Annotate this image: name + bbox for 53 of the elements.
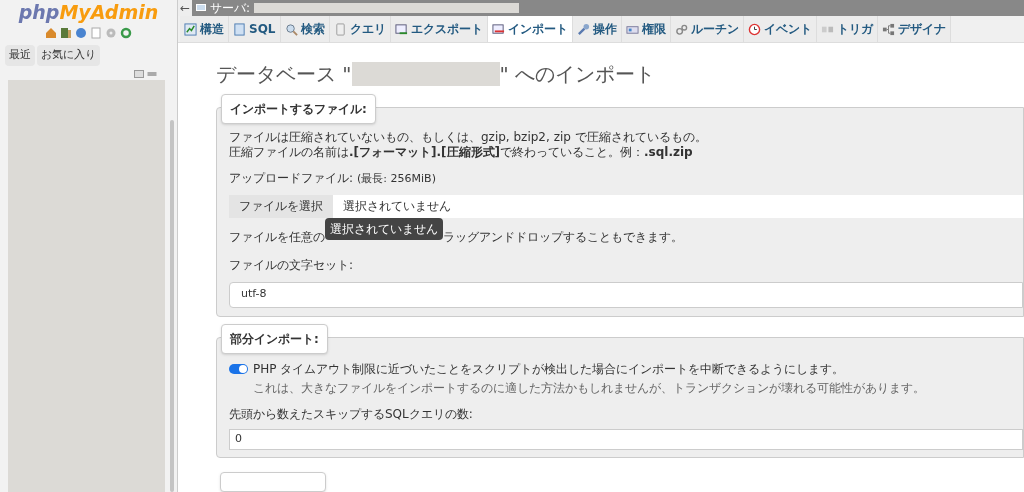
- diagram-icon: [881, 22, 895, 36]
- nav-tab[interactable]: 検索: [280, 16, 330, 42]
- monitor-icon: [196, 3, 207, 13]
- naming-text: 圧縮ファイルの名前は.[フォーマット].[圧縮形式]で終わっていること。例：.sql.zip: [229, 145, 694, 160]
- page-title: " へのインポート: [499, 61, 656, 88]
- clock-icon: [747, 22, 761, 36]
- nav-tab[interactable]: イベント: [743, 16, 817, 42]
- nav-tab[interactable]: 権限: [621, 16, 671, 42]
- nav-tab[interactable]: SQL: [229, 16, 281, 42]
- page-title: データベース ": [216, 61, 352, 88]
- help-icon[interactable]: [75, 27, 87, 39]
- upload-limit: (最長: 256MiB): [357, 171, 436, 187]
- document-icon[interactable]: [90, 27, 102, 39]
- settings-icon[interactable]: [105, 27, 117, 39]
- section-legend: インポートするファイル:: [221, 94, 376, 124]
- toggle-switch[interactable]: [229, 363, 248, 374]
- search-icon: [284, 22, 298, 36]
- chosen-file-text: 選択されていません: [343, 198, 451, 215]
- wrench-icon: [576, 22, 590, 36]
- file-input[interactable]: ファイルを選択 選択されていません: [229, 194, 1023, 218]
- nav-tab[interactable]: エクスポート: [390, 16, 488, 42]
- nav-tab[interactable]: インポート: [487, 16, 573, 42]
- sidebar-tab[interactable]: お気に入り: [37, 45, 100, 66]
- nav-tab[interactable]: 操作: [572, 16, 622, 42]
- scrollbar[interactable]: [170, 119, 174, 492]
- charset-label: ファイルの文字セット:: [229, 256, 355, 274]
- skip-label: 先頭から数えたスキップするSQLクエリの数:: [229, 405, 474, 423]
- app-logo: phpMyAdmin: [18, 1, 159, 23]
- drop-hint-text: ラッグアンドドロップすることもできます。: [443, 228, 683, 246]
- gears-icon: [674, 22, 688, 36]
- server-label: サーバ:: [210, 0, 251, 17]
- document-icon: [233, 22, 246, 36]
- description-text: ファイルは圧縮されていないもの、もしくは、gzip, bzip2, zip で圧縮されているもの。: [229, 130, 708, 145]
- nav-tab[interactable]: トリガ: [816, 16, 878, 42]
- nav-tab[interactable]: デザイナ: [877, 16, 951, 42]
- skip-input[interactable]: 0: [229, 428, 1023, 450]
- upload-label: アップロードファイル:: [229, 170, 354, 187]
- nav-tab[interactable]: クエリ: [329, 16, 391, 42]
- collapse-icon[interactable]: [134, 69, 144, 78]
- drop-hint-text: ファイルを任意の: [229, 228, 325, 246]
- charset-select[interactable]: utf-8: [229, 281, 1023, 308]
- nav-tab[interactable]: 構造: [180, 16, 229, 42]
- sidebar-tab[interactable]: 最近: [5, 45, 35, 66]
- home-icon[interactable]: [45, 27, 57, 39]
- note-text: これは、大きなファイルをインポートするのに適した方法かもしれませんが、トランザクションが壊れる可能性があります。: [253, 379, 926, 397]
- interrupt-label: PHP タイムアウト制限に近づいたことをスクリプトが検出した場合にインポートを中断できるようにします。: [253, 360, 845, 378]
- choose-file-button[interactable]: ファイルを選択: [229, 194, 333, 218]
- tooltip: 選択されていません: [325, 217, 443, 240]
- section-legend: 部分インポート:: [221, 323, 328, 354]
- document-icon: [333, 22, 347, 36]
- chart-icon: [184, 22, 197, 36]
- reload-icon[interactable]: [120, 27, 132, 39]
- nav-tab[interactable]: ルーチン: [670, 16, 744, 42]
